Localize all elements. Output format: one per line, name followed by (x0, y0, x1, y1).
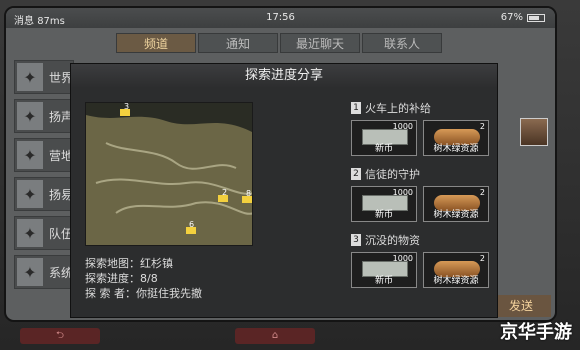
info-explorer: 探 索 者：你挺住我先撤 (85, 287, 202, 300)
satellite-icon: ✦ (17, 219, 43, 247)
sidebar-item-trade[interactable]: ✦ 扬易 (14, 177, 74, 211)
chat-tabs: 频道 通知 最近聊天 联系人 (116, 33, 442, 53)
map-svg: 3 2 6 8 (86, 103, 252, 234)
satellite-icon: ✦ (17, 180, 43, 208)
sidebar-item-world[interactable]: ✦ 世界 (14, 60, 74, 94)
reward-item[interactable]: 1000 新币 (351, 186, 417, 222)
popup-title: 探索进度分享 (71, 64, 497, 88)
quest-title: 3 沉没的物资 (351, 232, 491, 248)
quest: 1 火车上的补给 1000 新币 2 树木绿资源 (351, 100, 491, 156)
home-icon: ⌂ (271, 330, 279, 341)
tab-contacts[interactable]: 联系人 (362, 33, 442, 53)
quest-title: 1 火车上的补给 (351, 100, 491, 116)
battery-icon (527, 13, 545, 22)
road (95, 178, 252, 195)
sidebar-item-speaker[interactable]: ✦ 扬声 (14, 99, 74, 133)
map-marker[interactable]: 2 (218, 188, 228, 202)
road (115, 201, 252, 215)
explore-progress-popup: 探索进度分享 3 2 6 8 探索地图：红杉镇 探索进度：8/8 探 索 者：你… (70, 63, 498, 318)
status-time: 17:56 (266, 12, 295, 23)
svg-text:8: 8 (246, 189, 251, 198)
map-marker[interactable]: 8 (242, 189, 252, 203)
quest-title: 2 信徒的守护 (351, 166, 491, 182)
quest-list: 1 火车上的补给 1000 新币 2 树木绿资源 2 信徒的守护 1000 新币 2 树木绿… (351, 100, 491, 298)
reward-item[interactable]: 2 树木绿资源 (423, 120, 489, 156)
home-button[interactable]: ⌂ (235, 328, 315, 344)
send-button[interactable]: 发送 (491, 295, 551, 317)
satellite-icon: ✦ (17, 63, 43, 91)
svg-text:2: 2 (222, 188, 227, 197)
satellite-icon: ✦ (17, 141, 43, 169)
lake (86, 103, 252, 133)
explore-map: 3 2 6 8 (85, 102, 253, 246)
info-progress: 探索进度：8/8 (85, 272, 158, 285)
quest: 2 信徒的守护 1000 新币 2 树木绿资源 (351, 166, 491, 222)
svg-text:3: 3 (124, 103, 129, 111)
watermark: 京华手游 (500, 322, 572, 343)
reward-item[interactable]: 1000 新币 (351, 252, 417, 288)
avatar[interactable] (520, 118, 548, 146)
road (105, 142, 237, 170)
svg-text:6: 6 (189, 220, 194, 229)
reward-item[interactable]: 2 树木绿资源 (423, 252, 489, 288)
sidebar-item-system[interactable]: ✦ 系统 (14, 255, 74, 289)
tab-notify[interactable]: 通知 (198, 33, 278, 53)
tab-channel[interactable]: 频道 (116, 33, 196, 53)
device: 消息 87ms 17:56 67% 频道 通知 最近聊天 联系人 ✦ 世界 ✦ 扬声… (0, 0, 580, 350)
reward-item[interactable]: 2 树木绿资源 (423, 186, 489, 222)
screen: 消息 87ms 17:56 67% 频道 通知 最近聊天 联系人 ✦ 世界 ✦ 扬声… (4, 6, 557, 322)
back-button[interactable]: ⮌ (20, 328, 100, 344)
map-marker[interactable]: 6 (186, 220, 196, 234)
info-map: 探索地图：红杉镇 (85, 257, 173, 270)
device-bottom-bar: ⮌ ⌂ (0, 322, 580, 350)
explore-info: 探索地图：红杉镇 探索进度：8/8 探 索 者：你挺住我先撤 (85, 256, 202, 301)
tab-recent[interactable]: 最近聊天 (280, 33, 360, 53)
back-arrow-icon: ⮌ (55, 330, 64, 341)
status-bar: 消息 87ms 17:56 67% (6, 8, 555, 28)
satellite-icon: ✦ (17, 102, 43, 130)
sidebar-item-camp[interactable]: ✦ 营地 (14, 138, 74, 172)
quest: 3 沉没的物资 1000 新币 2 树木绿资源 (351, 232, 491, 288)
satellite-icon: ✦ (17, 258, 43, 286)
status-battery: 67% (501, 12, 545, 23)
reward-item[interactable]: 1000 新币 (351, 120, 417, 156)
sidebar-item-team[interactable]: ✦ 队伍 (14, 216, 74, 250)
channel-sidebar: ✦ 世界 ✦ 扬声 ✦ 营地 ✦ 扬易 ✦ 队伍 ✦ 系统 (14, 60, 74, 294)
